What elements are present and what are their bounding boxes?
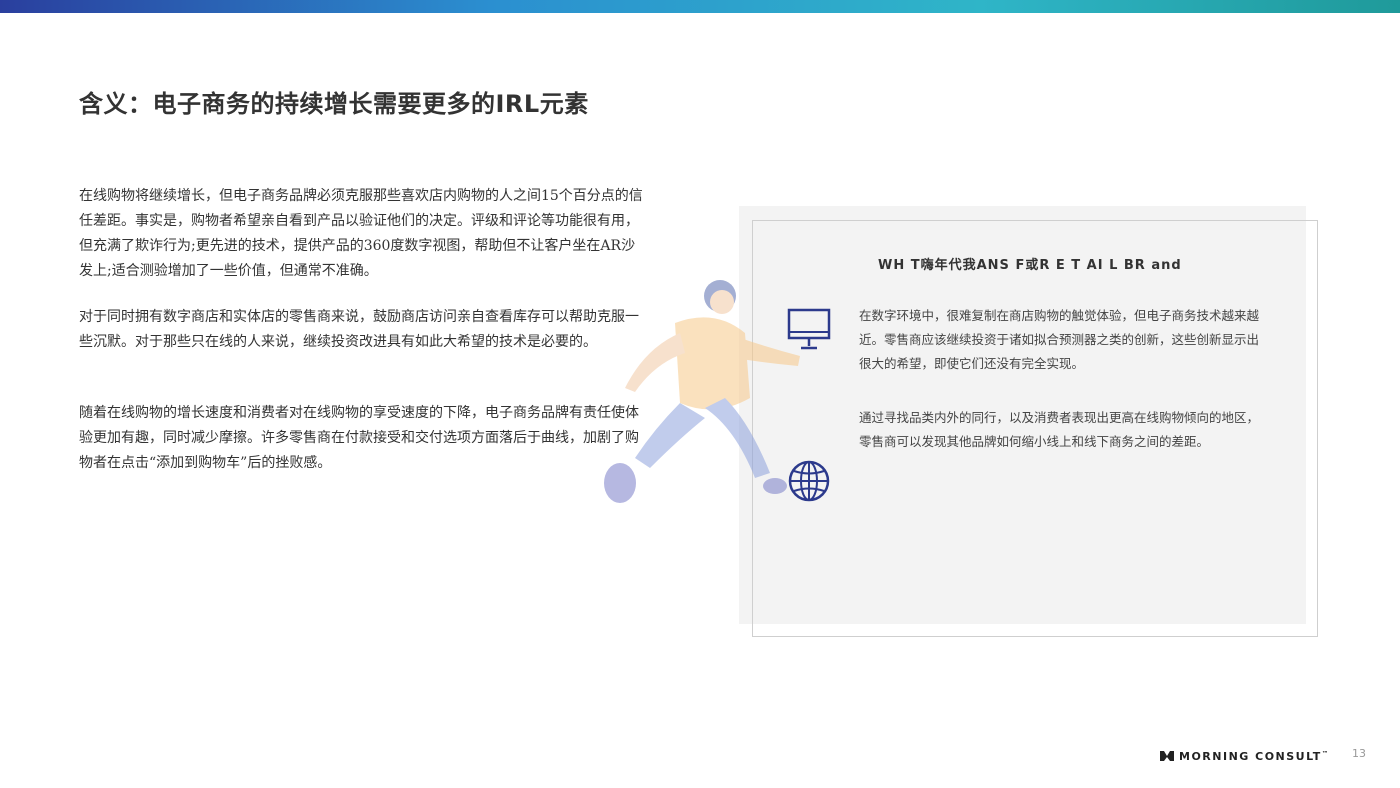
- page-title: 含义：电子商务的持续增长需要更多的IRL元素: [79, 90, 589, 118]
- page-number: 13: [1352, 747, 1366, 760]
- morning-consult-logo: MORNING CONSULT™: [1160, 746, 1329, 766]
- body-paragraph-3: 随着在线购物的增长速度和消费者对在线购物的享受速度的下降，电子商务品牌有责任使体…: [79, 405, 639, 471]
- body-paragraph-2: 对于同时拥有数字商店和实体店的零售商来说，鼓励商店访问亲自查看库存可以帮助克服一…: [79, 309, 639, 350]
- monitor-icon: [787, 308, 831, 350]
- panel-item-text-1: 在数字环境中，很难复制在商店购物的触觉体验，但电子商务技术越来越近。零售商应该继…: [859, 308, 1260, 371]
- body-paragraph-1: 在线购物将继续增长，但电子商务品牌必须克服那些喜欢店内购物的人之间15个百分点的…: [79, 188, 643, 279]
- panel-heading: WH T嗨年代我ANS F或R E T AI L BR and: [878, 258, 1182, 273]
- top-gradient-bar: [0, 0, 1400, 13]
- running-person-illustration: [604, 280, 800, 503]
- panel-item-text-2: 通过寻找品类内外的同行，以及消费者表现出更高在线购物倾向的地区，零售商可以发现其…: [859, 410, 1260, 449]
- logo-text: MORNING CONSULT™: [1179, 749, 1330, 763]
- logo-mark-icon: [1160, 751, 1174, 761]
- globe-icon: [788, 460, 830, 502]
- logo-trademark: ™: [1321, 749, 1330, 757]
